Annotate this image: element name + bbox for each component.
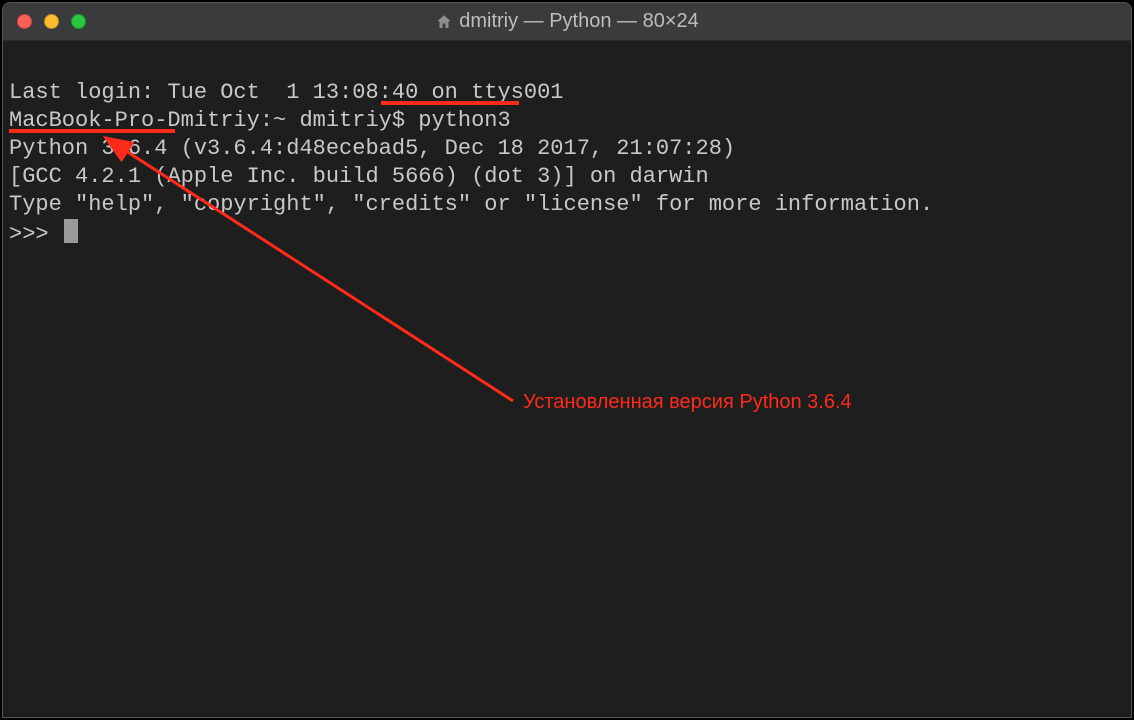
annotation-label: Установленная версия Python 3.6.4 <box>523 391 852 414</box>
terminal-window: dmitriy — Python — 80×24 Last login: Tue… <box>2 2 1132 718</box>
home-icon <box>435 13 453 31</box>
shell-command: python3 <box>418 108 510 133</box>
window-controls <box>17 14 86 29</box>
scrollbar[interactable] <box>1115 43 1129 715</box>
terminal-line: MacBook-Pro-Dmitriy:~ dmitriy$ python3 <box>9 107 1125 135</box>
terminal-body[interactable]: Last login: Tue Oct 1 13:08:40 on ttys00… <box>3 41 1131 717</box>
window-title-text: dmitriy — Python — 80×24 <box>459 10 699 33</box>
annotation-underline <box>381 101 519 105</box>
terminal-line: Last login: Tue Oct 1 13:08:40 on ttys00… <box>9 79 1125 107</box>
terminal-line: Type "help", "copyright", "credits" or "… <box>9 191 1125 219</box>
repl-prompt: >>> <box>9 222 62 247</box>
annotation-underline <box>9 129 175 133</box>
terminal-line: Python 3.6.4 (v3.6.4:d48ecebad5, Dec 18 … <box>9 135 1125 163</box>
window-title: dmitriy — Python — 80×24 <box>3 10 1131 33</box>
titlebar: dmitriy — Python — 80×24 <box>3 3 1131 41</box>
cursor <box>64 219 78 243</box>
minimize-icon[interactable] <box>44 14 59 29</box>
zoom-icon[interactable] <box>71 14 86 29</box>
close-icon[interactable] <box>17 14 32 29</box>
terminal-line: >>> <box>9 219 1125 249</box>
terminal-line: [GCC 4.2.1 (Apple Inc. build 5666) (dot … <box>9 163 1125 191</box>
